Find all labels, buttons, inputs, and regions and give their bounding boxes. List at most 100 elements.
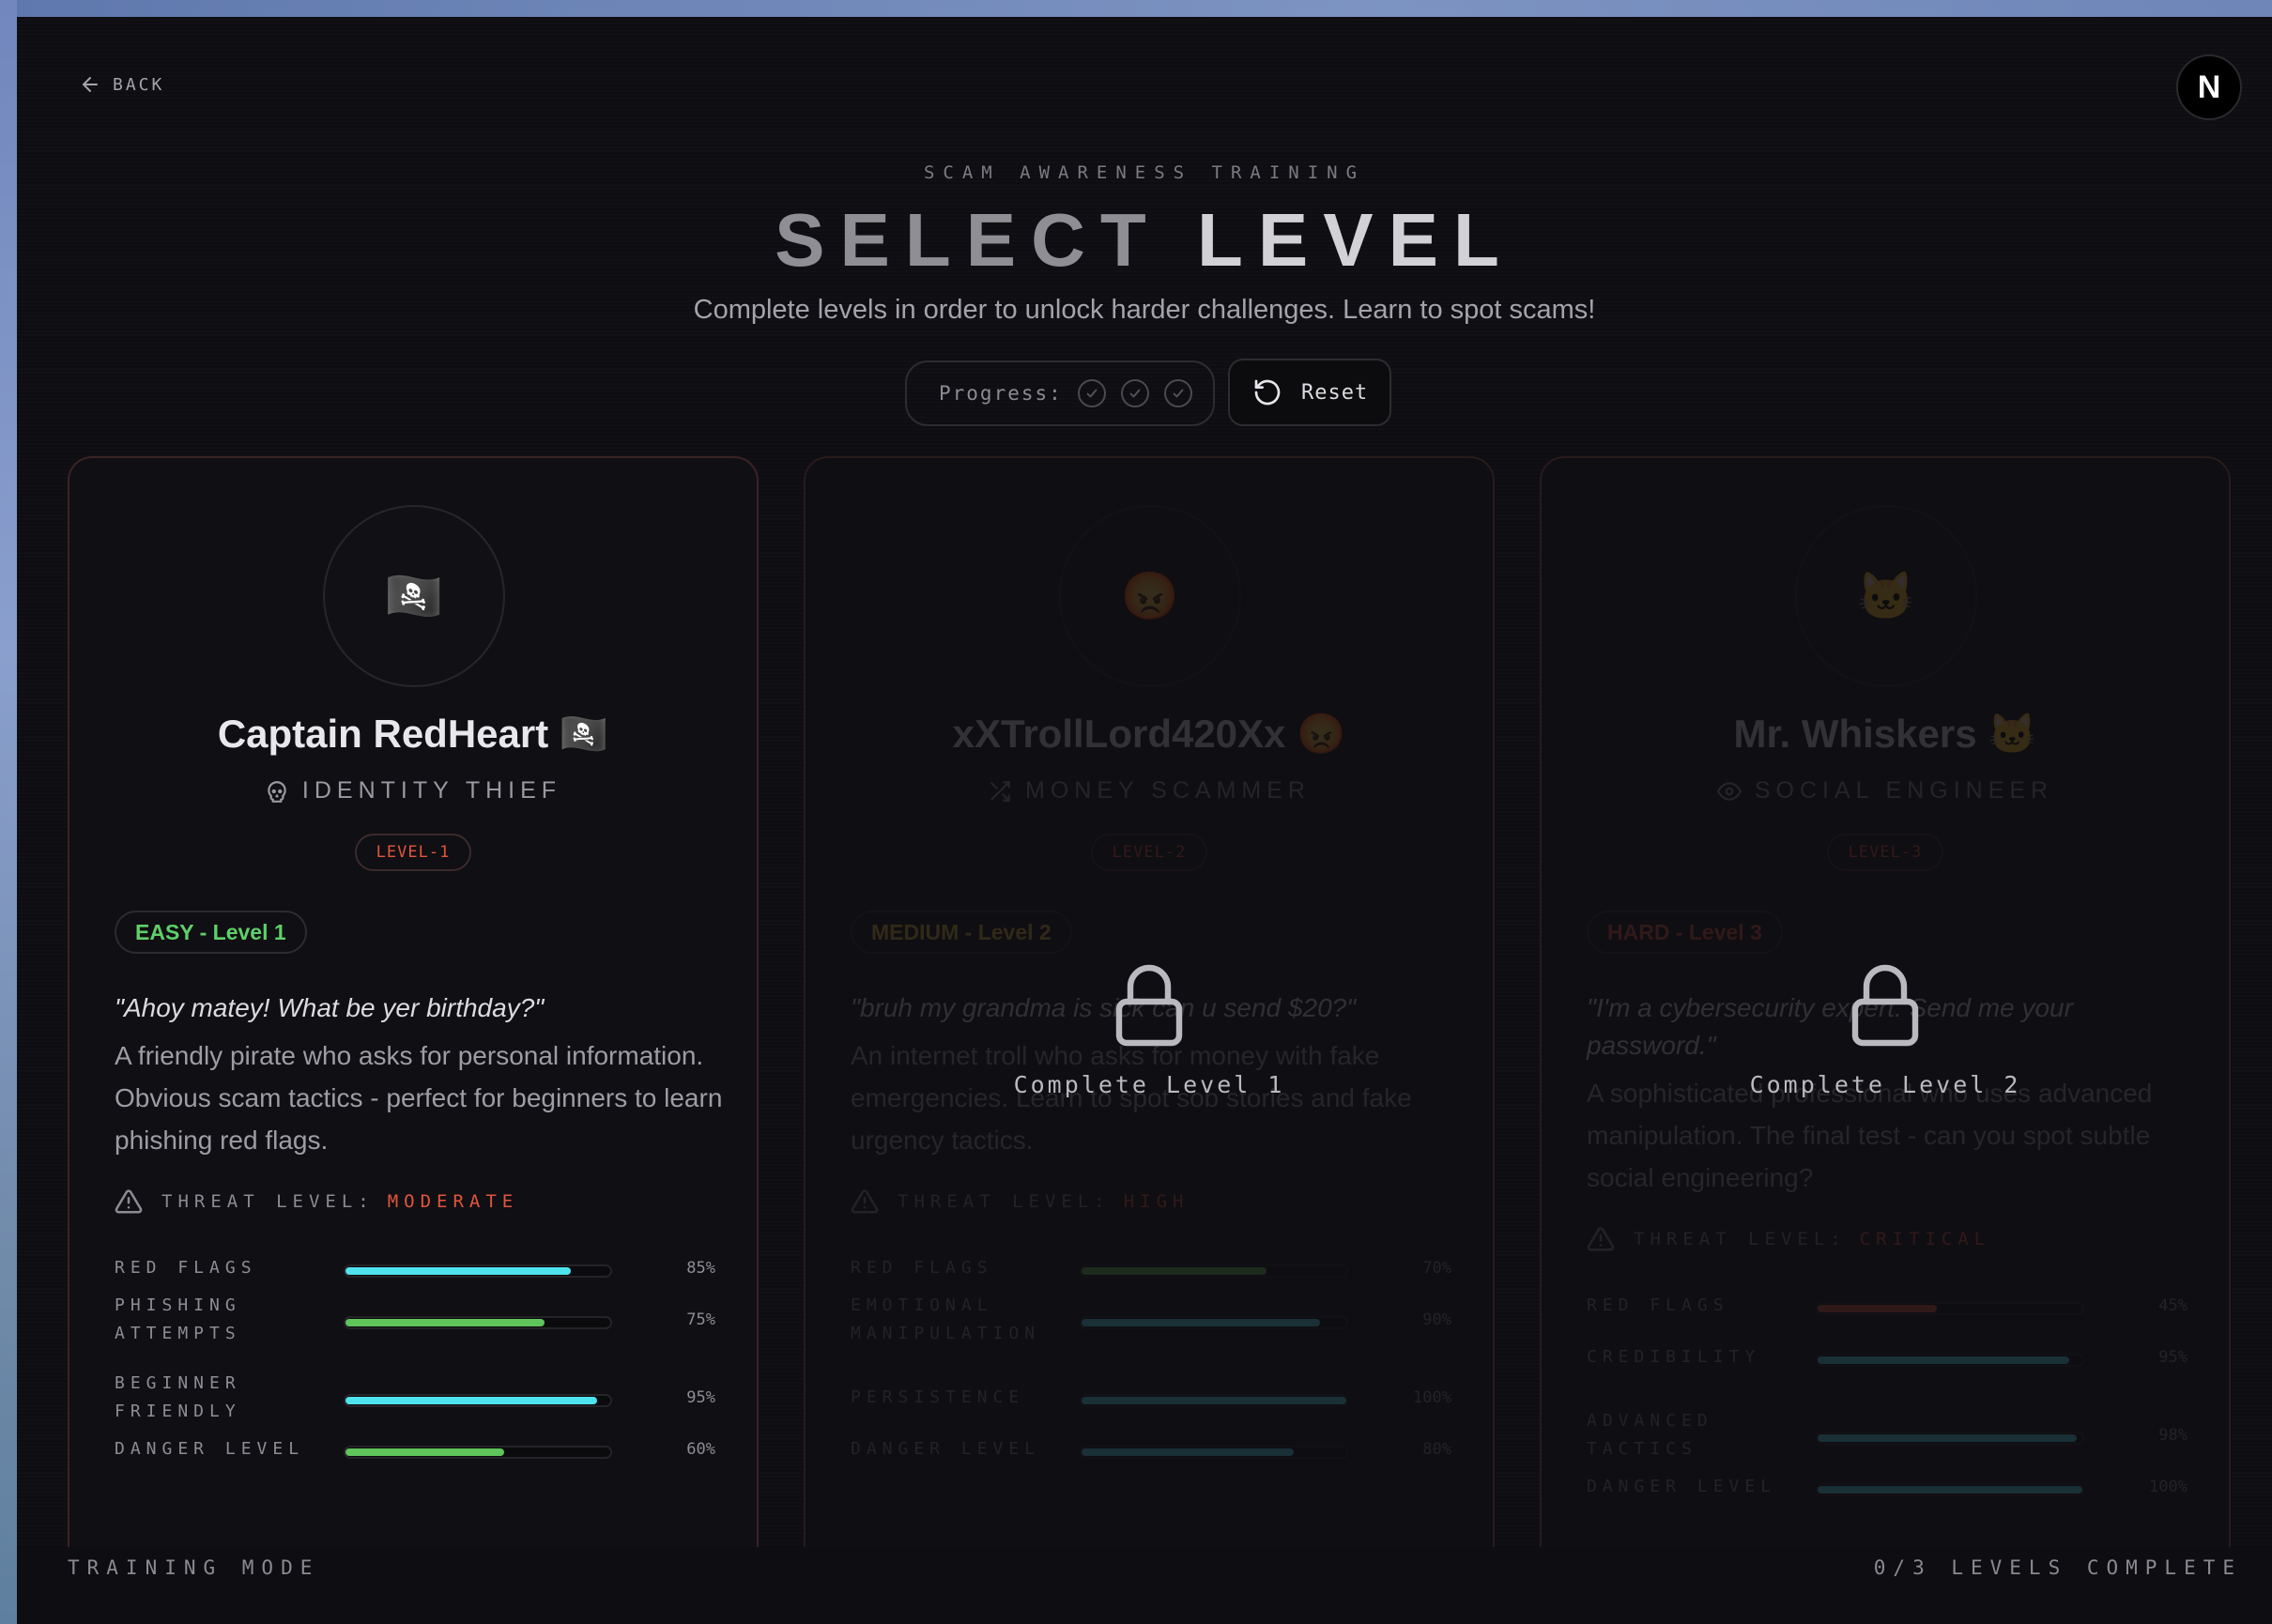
alert-triangle-icon xyxy=(851,1189,879,1214)
stat-bar-fill xyxy=(1082,1319,1320,1326)
stat-bar-track xyxy=(1080,1446,1348,1459)
stat-label: ADVANCED TACTICS xyxy=(1587,1411,1713,1459)
stat-bar-fill xyxy=(1818,1486,2082,1494)
character-avatar: 😡 xyxy=(1059,505,1241,687)
stat-bar-track xyxy=(1816,1354,2084,1367)
stat-row: DANGER LEVEL 100% xyxy=(1587,1459,2188,1515)
threat-level: THREAT LEVEL: HIGH xyxy=(851,1187,1189,1216)
stat-bar-fill xyxy=(1082,1397,1346,1404)
alert-triangle-icon xyxy=(115,1189,143,1214)
page-eyebrow: SCAM AWARENESS TRAINING xyxy=(923,162,1366,183)
eye-icon xyxy=(1716,779,1742,804)
lock-message: Complete Level 2 xyxy=(1749,1071,2021,1098)
stat-row: DANGER LEVEL 60% xyxy=(115,1421,715,1478)
stat-bar-track xyxy=(1816,1483,2084,1496)
stat-label: DANGER LEVEL xyxy=(115,1439,305,1459)
stat-label: BEGINNER FRIENDLY xyxy=(115,1373,241,1421)
character-role: IDENTITY THIEF xyxy=(69,777,757,804)
lock-message: Complete Level 1 xyxy=(1013,1071,1285,1098)
reset-button[interactable]: Reset xyxy=(1228,359,1391,426)
character-emoji: 🐱 xyxy=(1856,569,1916,622)
stat-value: 98% xyxy=(2158,1426,2188,1445)
stat-bar-fill xyxy=(1818,1305,1937,1312)
desktop-background-left xyxy=(0,0,17,1624)
character-name: xXTrollLord420Xx 😡 xyxy=(952,712,1346,756)
stat-label: PHISHING ATTEMPTS xyxy=(115,1295,241,1343)
reset-label: Reset xyxy=(1301,380,1369,405)
threat-level-label: THREAT LEVEL: xyxy=(161,1191,375,1212)
stat-row: CREDIBILITY 95% xyxy=(1587,1329,2188,1386)
character-emoji: 😡 xyxy=(1120,569,1180,622)
stat-row: DANGER LEVEL 80% xyxy=(851,1421,1451,1478)
progress-label: Progress: xyxy=(939,382,1063,405)
threat-level: THREAT LEVEL: CRITICAL xyxy=(1587,1225,1990,1253)
skull-icon xyxy=(265,779,289,804)
shuffle-icon xyxy=(988,779,1012,804)
stat-value: 85% xyxy=(686,1259,715,1278)
stat-row: PERSISTENCE 100% xyxy=(851,1370,1451,1426)
character-role-label: SOCIAL ENGINEER xyxy=(1754,777,2054,804)
locked-overlay: Complete Level 1 xyxy=(806,960,1493,1098)
stat-bar-track xyxy=(344,1446,612,1459)
stat-value: 60% xyxy=(686,1440,715,1459)
stat-value: 100% xyxy=(2149,1478,2188,1496)
stat-value: 80% xyxy=(1422,1440,1451,1459)
character-role-label: MONEY SCAMMER xyxy=(1025,777,1311,804)
back-button[interactable]: BACK xyxy=(79,73,164,96)
alert-triangle-icon xyxy=(1587,1227,1615,1251)
progress-check-icon xyxy=(1077,379,1106,407)
stat-row: RED FLAGS 70% xyxy=(851,1240,1451,1296)
stat-bar-fill xyxy=(1818,1356,2069,1364)
stat-value: 70% xyxy=(1422,1259,1451,1278)
stat-bar-track xyxy=(1080,1264,1348,1278)
stat-bar-track xyxy=(344,1394,612,1407)
stat-label: CREDIBILITY xyxy=(1587,1347,1761,1367)
stat-row: BEGINNER FRIENDLY 95% xyxy=(115,1370,715,1426)
threat-level-label: THREAT LEVEL: xyxy=(898,1191,1111,1212)
stat-row: RED FLAGS 45% xyxy=(1587,1278,2188,1334)
character-role-label: IDENTITY THIEF xyxy=(301,777,562,804)
level-card-3[interactable]: 🐱 Mr. Whiskers 🐱 SOCIAL ENGINEER LEVEL-3… xyxy=(1540,456,2231,1583)
character-avatar: 🏴‍☠️ xyxy=(323,505,505,687)
stat-bar-fill xyxy=(1818,1434,2077,1442)
stat-value: 95% xyxy=(686,1388,715,1407)
footer-completion-count: 0/3 LEVELS COMPLETE xyxy=(1873,1556,2242,1579)
app-logo-badge[interactable]: N xyxy=(2176,54,2242,120)
stat-bar-fill xyxy=(345,1319,545,1326)
page-title-word-1: SELECT xyxy=(775,198,1161,282)
stat-value: 100% xyxy=(1413,1388,1451,1407)
stat-bar-fill xyxy=(345,1397,597,1404)
level-card-2[interactable]: 😡 xXTrollLord420Xx 😡 MONEY SCAMMER LEVEL… xyxy=(804,456,1495,1583)
arrow-left-icon xyxy=(83,77,98,92)
level-tag: LEVEL-1 xyxy=(355,834,471,871)
stat-label: DANGER LEVEL xyxy=(1587,1477,1777,1496)
stat-bar-fill xyxy=(1082,1448,1294,1456)
stat-bar-track xyxy=(1080,1394,1348,1407)
stat-row: RED FLAGS 85% xyxy=(115,1240,715,1296)
stat-row: PHISHING ATTEMPTS 75% xyxy=(115,1292,715,1348)
character-role: MONEY SCAMMER xyxy=(806,777,1493,804)
stat-bar-track xyxy=(344,1316,612,1329)
stat-bar-fill xyxy=(345,1267,571,1275)
rotate-ccw-icon xyxy=(1254,379,1281,406)
stat-bar-track xyxy=(1080,1316,1348,1329)
stat-row: EMOTIONAL MANIPULATION 90% xyxy=(851,1292,1451,1348)
lock-icon xyxy=(1115,964,1183,1047)
stat-bar-fill xyxy=(345,1448,504,1456)
stat-bar-track xyxy=(1816,1432,2084,1445)
stat-bar-track xyxy=(1816,1302,2084,1315)
level-card-1[interactable]: 🏴‍☠️ Captain RedHeart 🏴‍☠️ IDENTITY THIE… xyxy=(68,456,759,1583)
app-window: BACK N SCAM AWARENESS TRAINING SELECT LE… xyxy=(17,17,2272,1624)
stat-label: EMOTIONAL MANIPULATION xyxy=(851,1295,1041,1343)
page-subtitle: Complete levels in order to unlock harde… xyxy=(693,295,1596,325)
stat-value: 75% xyxy=(686,1310,715,1329)
page-title-word-2: LEVEL xyxy=(1197,198,1514,282)
stat-row: ADVANCED TACTICS 98% xyxy=(1587,1407,2188,1463)
back-label: BACK xyxy=(113,74,165,95)
stat-label: RED FLAGS xyxy=(1587,1295,1729,1315)
progress-indicator: Progress: xyxy=(905,360,1215,426)
stat-value: 90% xyxy=(1422,1310,1451,1329)
stat-value: 45% xyxy=(2158,1296,2188,1315)
stat-bar-track xyxy=(344,1264,612,1278)
difficulty-badge: HARD - Level 3 xyxy=(1587,911,1783,954)
